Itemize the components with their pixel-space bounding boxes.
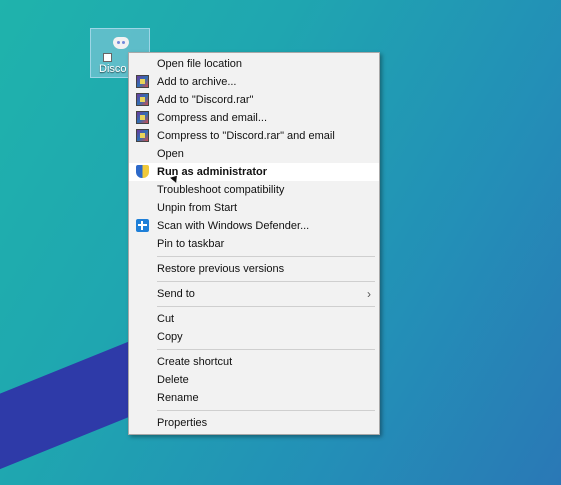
menu-item-label: Create shortcut [157, 356, 233, 368]
menu-item-copy[interactable]: Copy [129, 328, 379, 346]
menu-item-delete[interactable]: Delete [129, 371, 379, 389]
menu-separator [157, 256, 375, 257]
menu-item-label: Unpin from Start [157, 202, 238, 214]
menu-item-rename[interactable]: Rename [129, 389, 379, 407]
menu-item-label: Rename [157, 392, 199, 404]
menu-item-label: Troubleshoot compatibility [157, 184, 285, 196]
discord-icon [113, 37, 129, 49]
menu-item-label: Copy [157, 331, 183, 343]
context-menu: Open file location Add to archive... Add… [128, 52, 380, 435]
winrar-archive-icon [136, 75, 149, 88]
menu-item-label: Properties [157, 417, 208, 429]
menu-item-run-as-administrator[interactable]: Run as administrator [129, 163, 379, 181]
menu-separator [157, 410, 375, 411]
menu-item-compress-and-email[interactable]: Compress and email... [129, 109, 379, 127]
menu-item-send-to[interactable]: Send to › [129, 285, 379, 303]
winrar-archive-icon [136, 129, 149, 142]
menu-item-label: Delete [157, 374, 189, 386]
menu-item-create-shortcut[interactable]: Create shortcut [129, 353, 379, 371]
windows-defender-icon [136, 219, 149, 232]
menu-item-label: Compress to "Discord.rar" and email [157, 130, 335, 142]
menu-item-scan-with-windows-defender[interactable]: Scan with Windows Defender... [129, 217, 379, 235]
uac-shield-icon [136, 165, 149, 178]
menu-item-label: Restore previous versions [157, 263, 285, 275]
menu-item-compress-to-discord-rar-and-email[interactable]: Compress to "Discord.rar" and email [129, 127, 379, 145]
menu-item-properties[interactable]: Properties [129, 414, 379, 432]
menu-item-troubleshoot-compatibility[interactable]: Troubleshoot compatibility [129, 181, 379, 199]
menu-separator [157, 349, 375, 350]
menu-separator [157, 281, 375, 282]
shortcut-arrow-icon [103, 53, 112, 62]
menu-item-label: Add to "Discord.rar" [157, 94, 254, 106]
menu-item-add-to-discord-rar[interactable]: Add to "Discord.rar" [129, 91, 379, 109]
winrar-archive-icon [136, 111, 149, 124]
menu-item-add-to-archive[interactable]: Add to archive... [129, 73, 379, 91]
menu-item-open[interactable]: Open [129, 145, 379, 163]
menu-item-label: Cut [157, 313, 175, 325]
menu-item-label: Send to [157, 288, 195, 300]
menu-item-label: Compress and email... [157, 112, 268, 124]
menu-item-pin-to-taskbar[interactable]: Pin to taskbar [129, 235, 379, 253]
menu-item-open-file-location[interactable]: Open file location [129, 55, 379, 73]
menu-item-label: Add to archive... [157, 76, 237, 88]
winrar-archive-icon [136, 93, 149, 106]
menu-item-label: Open [157, 148, 184, 160]
menu-item-label: Scan with Windows Defender... [157, 220, 310, 232]
menu-item-unpin-from-start[interactable]: Unpin from Start [129, 199, 379, 217]
menu-item-label: Pin to taskbar [157, 238, 225, 250]
menu-item-label: Open file location [157, 58, 242, 70]
chevron-right-icon: › [367, 287, 371, 301]
desktop-icon-label: Disco [99, 63, 127, 75]
menu-item-cut[interactable]: Cut [129, 310, 379, 328]
menu-separator [157, 306, 375, 307]
menu-item-restore-previous-versions[interactable]: Restore previous versions [129, 260, 379, 278]
